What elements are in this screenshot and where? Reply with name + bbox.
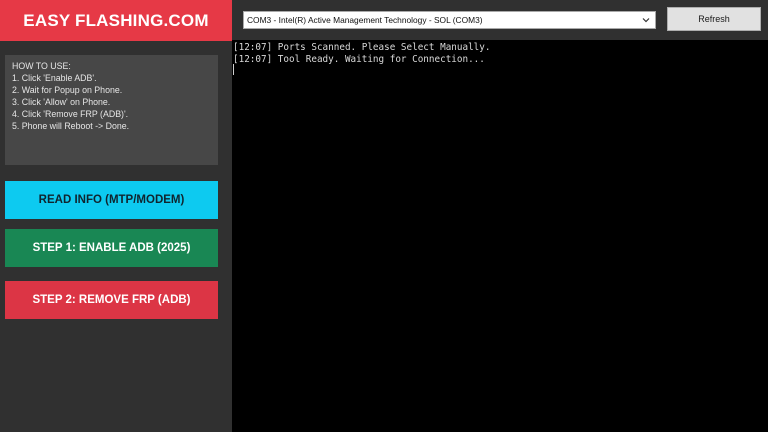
- refresh-button[interactable]: Refresh: [667, 7, 761, 31]
- instruction-step: 5. Phone will Reboot -> Done.: [12, 121, 130, 131]
- remove-frp-button[interactable]: STEP 2: REMOVE FRP (ADB): [5, 281, 218, 319]
- port-select-value: COM3 - Intel(R) Active Management Techno…: [247, 15, 483, 25]
- text-cursor: [233, 64, 234, 75]
- instructions-heading: HOW TO USE:: [12, 61, 71, 71]
- instructions-panel: HOW TO USE: 1. Click 'Enable ADB'. 2. Wa…: [5, 55, 218, 165]
- log-console[interactable]: [12:07] Ports Scanned. Please Select Man…: [232, 40, 768, 432]
- app-title: EASY FLASHING.COM: [0, 0, 232, 41]
- instruction-step: 3. Click 'Allow' on Phone.: [12, 97, 111, 107]
- log-line: [12:07] Tool Ready. Waiting for Connecti…: [233, 54, 485, 65]
- instruction-step: 4. Click 'Remove FRP (ADB)'.: [12, 109, 129, 119]
- read-info-button[interactable]: READ INFO (MTP/MODEM): [5, 181, 218, 219]
- chevron-down-icon: [642, 18, 650, 23]
- sidebar: EASY FLASHING.COM HOW TO USE: 1. Click '…: [0, 0, 232, 432]
- instruction-step: 1. Click 'Enable ADB'.: [12, 73, 97, 83]
- log-line: [12:07] Ports Scanned. Please Select Man…: [233, 42, 491, 53]
- port-select[interactable]: COM3 - Intel(R) Active Management Techno…: [243, 11, 656, 29]
- instruction-step: 2. Wait for Popup on Phone.: [12, 85, 123, 95]
- enable-adb-button[interactable]: STEP 1: ENABLE ADB (2025): [5, 229, 218, 267]
